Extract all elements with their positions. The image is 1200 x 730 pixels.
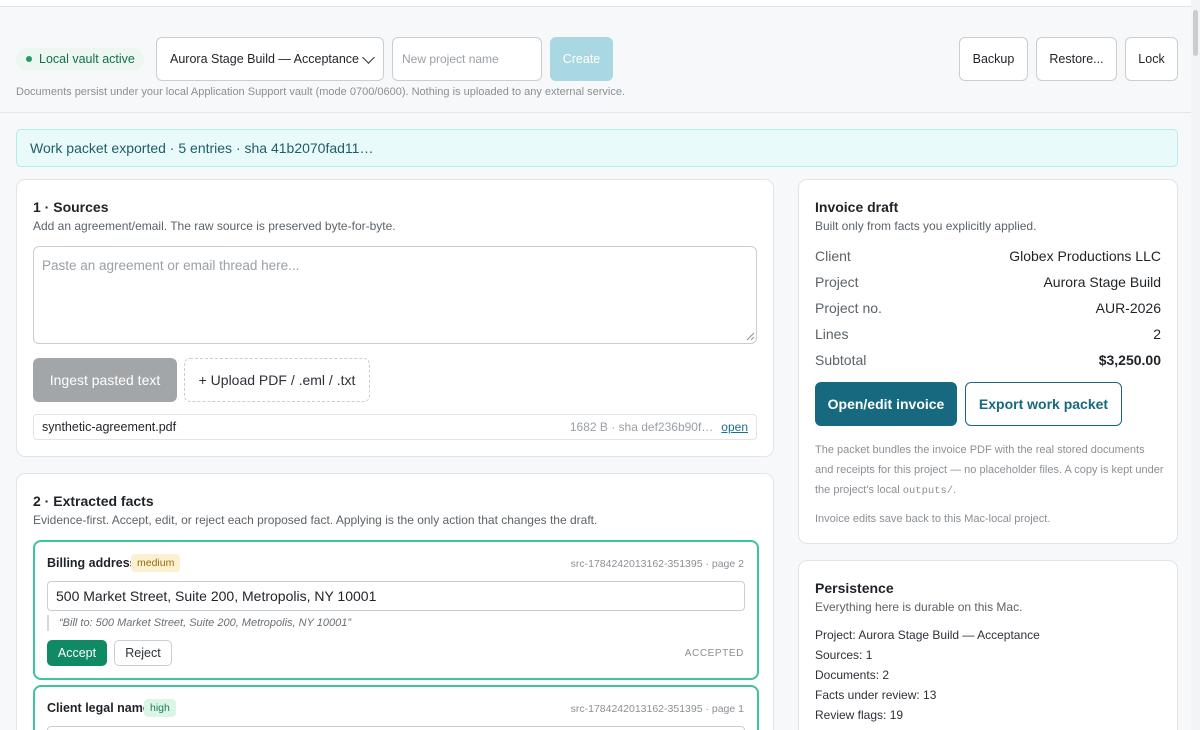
- vault-note: Documents persist under your local Appli…: [16, 86, 626, 98]
- invoice-row-project-no: Project no. AUR-2026: [815, 300, 1161, 316]
- invoice-row-key: Project no.: [815, 300, 882, 316]
- persistence-subtitle: Everything here is durable on this Mac.: [815, 600, 1023, 614]
- source-file-name: synthetic-agreement.pdf: [42, 420, 177, 434]
- restore-button[interactable]: Restore...: [1036, 37, 1117, 81]
- fact-evidence-quote: “Bill to: 500 Market Street, Suite 200, …: [47, 615, 351, 631]
- persistence-documents: Documents: 2: [815, 668, 890, 682]
- facts-subtitle: Evidence-first. Accept, edit, or reject …: [33, 513, 598, 527]
- export-status-banner: Work packet exported · 5 entries · sha 4…: [16, 129, 1178, 167]
- invoice-subtitle: Built only from facts you explicitly app…: [815, 219, 1037, 233]
- upload-file-button[interactable]: + Upload PDF / .eml / .txt: [184, 358, 370, 402]
- invoice-title: Invoice draft: [815, 199, 899, 215]
- invoice-note-end: .: [953, 484, 957, 496]
- banner-text: Work packet exported · 5 entries · sha 4…: [30, 140, 374, 156]
- invoice-subtotal-value: $3,250.00: [1098, 352, 1161, 368]
- fact-source-ref: src-1784242013162-351395 · page 1: [570, 703, 744, 715]
- lock-button[interactable]: Lock: [1125, 37, 1178, 81]
- invoice-row-value: 2: [1153, 326, 1161, 342]
- ingest-pasted-text-button[interactable]: Ingest pasted text: [33, 358, 177, 402]
- reject-fact-button[interactable]: Reject: [114, 640, 172, 666]
- invoice-row-lines: Lines 2: [815, 326, 1161, 342]
- fact-value-input[interactable]: [47, 726, 745, 730]
- persistence-sources: Sources: 1: [815, 648, 873, 662]
- chevron-down-icon: [362, 50, 375, 64]
- invoice-draft-card: Invoice draft Built only from facts you …: [798, 179, 1178, 544]
- persistence-project: Project: Aurora Stage Build — Acceptance: [815, 628, 1040, 642]
- scrollbar-thumb[interactable]: [1193, 10, 1198, 56]
- paste-source-textarea[interactable]: [33, 246, 757, 344]
- persistence-card: Persistence Everything here is durable o…: [798, 560, 1178, 730]
- fact-card: Billing address medium src-1784242013162…: [33, 540, 759, 680]
- invoice-note-text: The packet bundles the invoice PDF with …: [815, 444, 1164, 496]
- create-project-button[interactable]: Create: [550, 37, 613, 81]
- invoice-row-key: Project: [815, 274, 859, 290]
- resize-grip-icon[interactable]: [746, 332, 755, 341]
- invoice-row-value: Globex Productions LLC: [1009, 248, 1161, 264]
- invoice-row-key: Lines: [815, 326, 849, 342]
- sources-subtitle: Add an agreement/email. The raw source i…: [33, 219, 396, 233]
- sources-title: 1 · Sources: [33, 199, 109, 215]
- fact-value-input[interactable]: [47, 581, 745, 611]
- window-top-strip: [0, 0, 1200, 7]
- accept-fact-button[interactable]: Accept: [47, 640, 107, 666]
- fact-source-ref: src-1784242013162-351395 · page 2: [570, 558, 744, 570]
- fact-status: ACCEPTED: [684, 648, 744, 659]
- backup-button[interactable]: Backup: [959, 37, 1028, 81]
- confidence-badge: medium: [131, 554, 181, 572]
- fact-card: Client legal name high src-1784242013162…: [33, 685, 759, 730]
- invoice-row-value: Aurora Stage Build: [1043, 274, 1161, 290]
- invoice-row-subtotal: Subtotal $3,250.00: [815, 352, 1161, 368]
- open-edit-invoice-button[interactable]: Open/edit invoice: [815, 382, 957, 426]
- export-work-packet-button[interactable]: Export work packet: [965, 382, 1122, 426]
- page-scrollbar[interactable]: [1191, 0, 1200, 730]
- sources-card: 1 · Sources Add an agreement/email. The …: [16, 179, 774, 457]
- persistence-facts: Facts under review: 13: [815, 688, 937, 702]
- source-file-open-link[interactable]: open: [721, 420, 748, 434]
- new-project-name-input[interactable]: [392, 37, 542, 81]
- persistence-title: Persistence: [815, 580, 894, 596]
- confidence-badge: high: [144, 699, 176, 717]
- persistence-flags: Review flags: 19: [815, 708, 904, 722]
- project-select-value: Aurora Stage Build — Acceptance: [170, 52, 360, 66]
- invoice-save-note: Invoice edits save back to this Mac-loca…: [815, 513, 1051, 525]
- project-select[interactable]: Aurora Stage Build — Acceptance: [156, 37, 384, 81]
- source-file-meta: 1682 B · sha def236b90f…: [569, 420, 714, 434]
- outputs-path: outputs/: [902, 485, 954, 497]
- fact-label: Billing address: [47, 556, 137, 570]
- status-dot-icon: [26, 56, 32, 62]
- source-file-row: synthetic-agreement.pdf 1682 B · sha def…: [33, 414, 757, 440]
- invoice-row-value: AUR-2026: [1095, 300, 1161, 316]
- invoice-row-project: Project Aurora Stage Build: [815, 274, 1161, 290]
- vault-status-label: Local vault active: [39, 52, 135, 66]
- extracted-facts-card: 2 · Extracted facts Evidence-first. Acce…: [16, 473, 774, 730]
- invoice-row-key: Client: [815, 248, 851, 264]
- facts-title: 2 · Extracted facts: [33, 493, 154, 509]
- header-bar: Local vault active Aurora Stage Build — …: [0, 7, 1191, 113]
- invoice-row-key: Subtotal: [815, 352, 867, 368]
- invoice-packet-note: The packet bundles the invoice PDF with …: [815, 440, 1165, 501]
- vault-status-badge: Local vault active: [16, 48, 144, 70]
- fact-label: Client legal name: [47, 701, 150, 715]
- invoice-row-client: Client Globex Productions LLC: [815, 248, 1161, 264]
